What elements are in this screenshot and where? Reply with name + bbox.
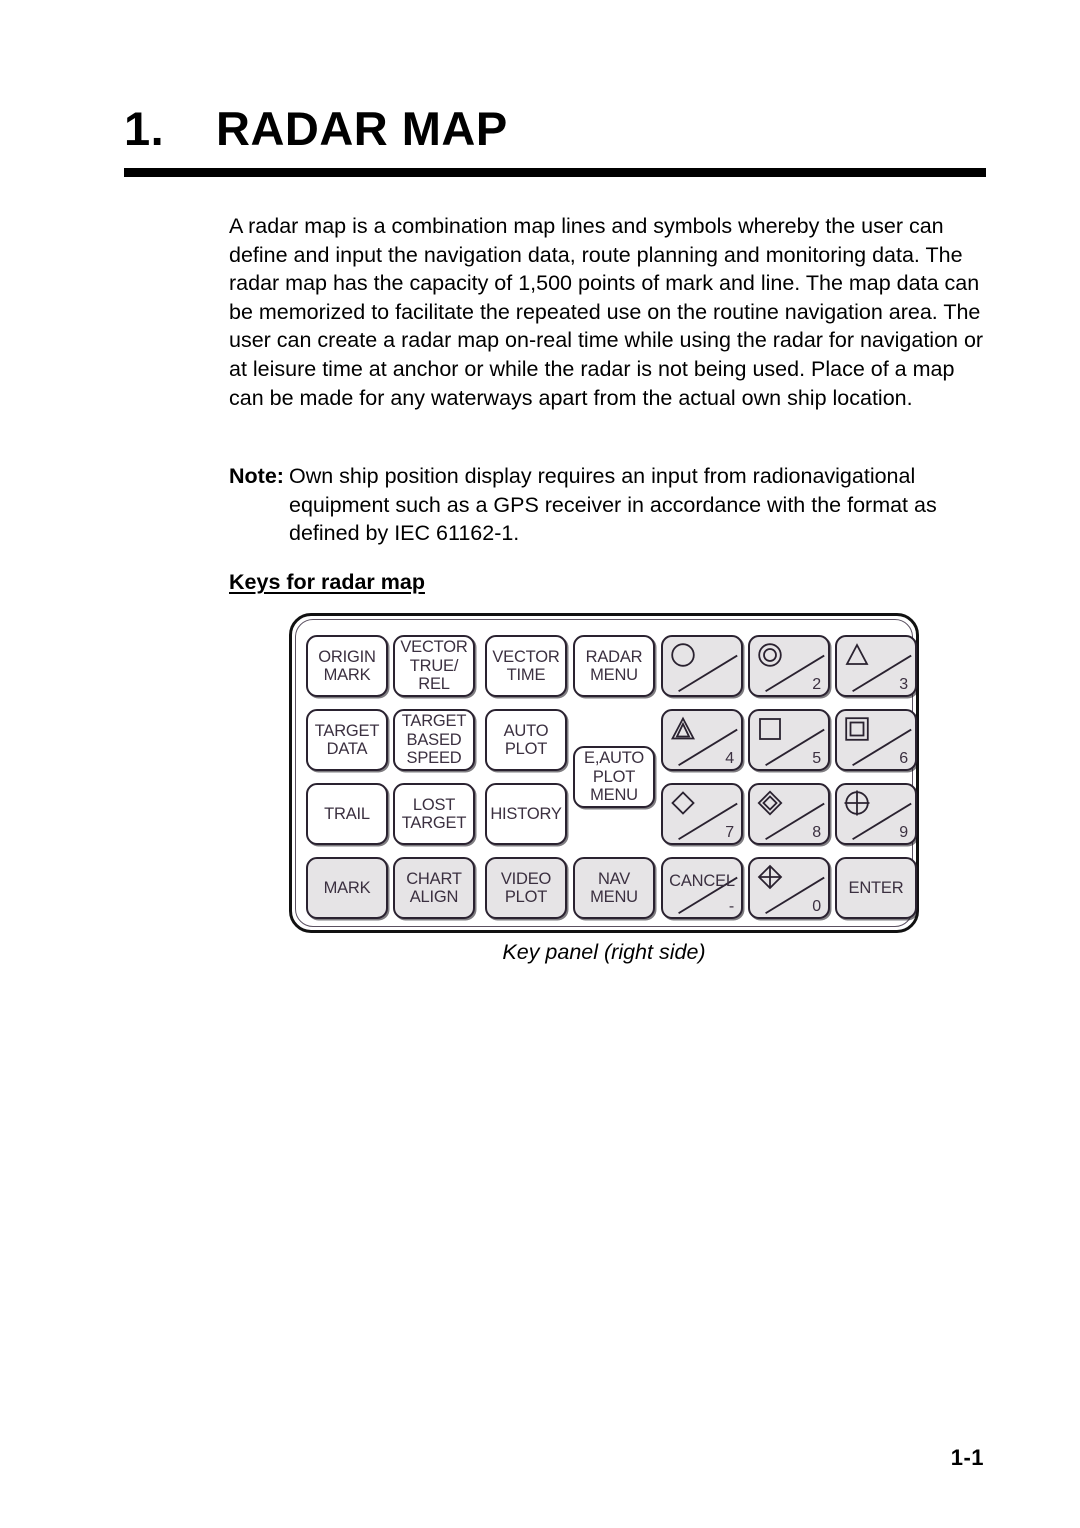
key-nav-menu[interactable]: NAV MENU xyxy=(573,857,655,919)
key-cancel[interactable]: CANCEL - xyxy=(661,857,743,919)
key-0[interactable]: 0 xyxy=(748,857,830,919)
key-label: CHART ALIGN xyxy=(406,869,462,907)
chapter-heading: 1. RADAR MAP xyxy=(124,100,984,158)
intro-paragraph: A radar map is a combination map lines a… xyxy=(229,214,984,410)
key-digit: 8 xyxy=(812,824,821,841)
note-label: Note: xyxy=(229,464,284,488)
key-digit: 4 xyxy=(725,750,734,767)
key-mark[interactable]: MARK xyxy=(306,857,388,919)
triangle-icon xyxy=(845,643,869,665)
chapter-number: 1. xyxy=(124,102,165,155)
key-label: E,AUTO PLOT MENU xyxy=(584,749,644,805)
key-digit: 0 xyxy=(812,898,821,915)
square-icon xyxy=(759,718,781,740)
key-label: TARGET BASED SPEED xyxy=(401,712,467,768)
chapter-title-text: RADAR MAP xyxy=(216,102,508,155)
key-1[interactable] xyxy=(661,635,743,697)
double-diamond-icon xyxy=(757,790,783,816)
page-number: 1-1 xyxy=(950,1445,984,1470)
key-label: CANCEL xyxy=(669,872,735,890)
page-title: 1. RADAR MAP xyxy=(124,100,984,158)
key-2[interactable]: 2 xyxy=(748,635,830,697)
key-radar-menu[interactable]: RADAR MENU xyxy=(573,635,655,697)
key-label: AUTO PLOT xyxy=(503,721,549,759)
note-line-3: defined by IEC 61162-1. xyxy=(289,521,520,546)
key-vector-true-rel[interactable]: VECTOR TRUE/ REL xyxy=(393,635,475,697)
key-digit: 9 xyxy=(899,824,908,841)
key-digit: 5 xyxy=(812,750,821,767)
key-label: MARK xyxy=(323,878,371,897)
key-label: ENTER xyxy=(848,878,904,897)
key-label: VECTOR TIME xyxy=(492,647,560,685)
key-digit: 6 xyxy=(899,750,908,767)
key-8[interactable]: 8 xyxy=(748,783,830,845)
key-chart-align[interactable]: CHART ALIGN xyxy=(393,857,475,919)
key-label: ORIGIN MARK xyxy=(318,647,376,685)
key-label: VECTOR TRUE/ REL xyxy=(400,638,468,694)
note-line-2: equipment such as a GPS receiver in acco… xyxy=(289,492,937,517)
key-3[interactable]: 3 xyxy=(835,635,917,697)
key-auto-plot[interactable]: AUTO PLOT xyxy=(485,709,567,771)
key-video-plot[interactable]: VIDEO PLOT xyxy=(485,857,567,919)
key-origin-mark[interactable]: ORIGIN MARK xyxy=(306,635,388,697)
double-circle-icon xyxy=(758,643,782,667)
double-triangle-icon xyxy=(671,716,695,740)
note-line-1: Own ship position display requires an in… xyxy=(289,464,916,488)
key-5[interactable]: 5 xyxy=(748,709,830,771)
diamond-cross-icon xyxy=(757,864,783,890)
key-label: LOST TARGET xyxy=(401,795,467,833)
key-enter[interactable]: ENTER xyxy=(835,857,917,919)
key-history[interactable]: HISTORY xyxy=(485,783,567,845)
double-square-icon xyxy=(845,717,869,741)
key-label: TARGET DATA xyxy=(314,721,380,759)
key-label: NAV MENU xyxy=(590,869,638,907)
key-e-auto-plot-menu[interactable]: E,AUTO PLOT MENU xyxy=(573,746,655,808)
key-trail[interactable]: TRAIL xyxy=(306,783,388,845)
figure-caption: Key panel (right side) xyxy=(502,940,706,964)
key-target-based-speed[interactable]: TARGET BASED SPEED xyxy=(393,709,475,771)
key-label: TRAIL xyxy=(324,804,370,823)
subheading-keys-for-radar-map: Keys for radar map xyxy=(229,570,425,594)
key-digit: 2 xyxy=(812,676,821,693)
note-first-line: Note: Own ship position display requires… xyxy=(229,462,989,491)
key-lost-target[interactable]: LOST TARGET xyxy=(393,783,475,845)
circle-icon xyxy=(671,643,695,667)
key-digit: 3 xyxy=(899,676,908,693)
key-label: HISTORY xyxy=(490,804,562,823)
key-panel-figure: ORIGIN MARK VECTOR TRUE/ REL VECTOR TIME RA… xyxy=(289,613,919,933)
note-block: Note: Own ship position display requires… xyxy=(229,462,989,548)
key-label: VIDEO PLOT xyxy=(500,869,552,907)
key-label: RADAR MENU xyxy=(585,647,643,685)
key-4[interactable]: 4 xyxy=(661,709,743,771)
key-digit: - xyxy=(728,898,734,915)
key-6[interactable]: 6 xyxy=(835,709,917,771)
key-9[interactable]: 9 xyxy=(835,783,917,845)
document-page: 1. RADAR MAP A radar map is a combination… xyxy=(0,0,1080,1528)
circle-cross-icon xyxy=(844,790,870,816)
key-7[interactable]: 7 xyxy=(661,783,743,845)
key-digit: 7 xyxy=(725,824,734,841)
diamond-icon xyxy=(671,791,695,815)
key-vector-time[interactable]: VECTOR TIME xyxy=(485,635,567,697)
key-target-data[interactable]: TARGET DATA xyxy=(306,709,388,771)
heading-rule xyxy=(124,168,986,177)
intro-paragraph-block: A radar map is a combination map lines a… xyxy=(229,212,989,412)
